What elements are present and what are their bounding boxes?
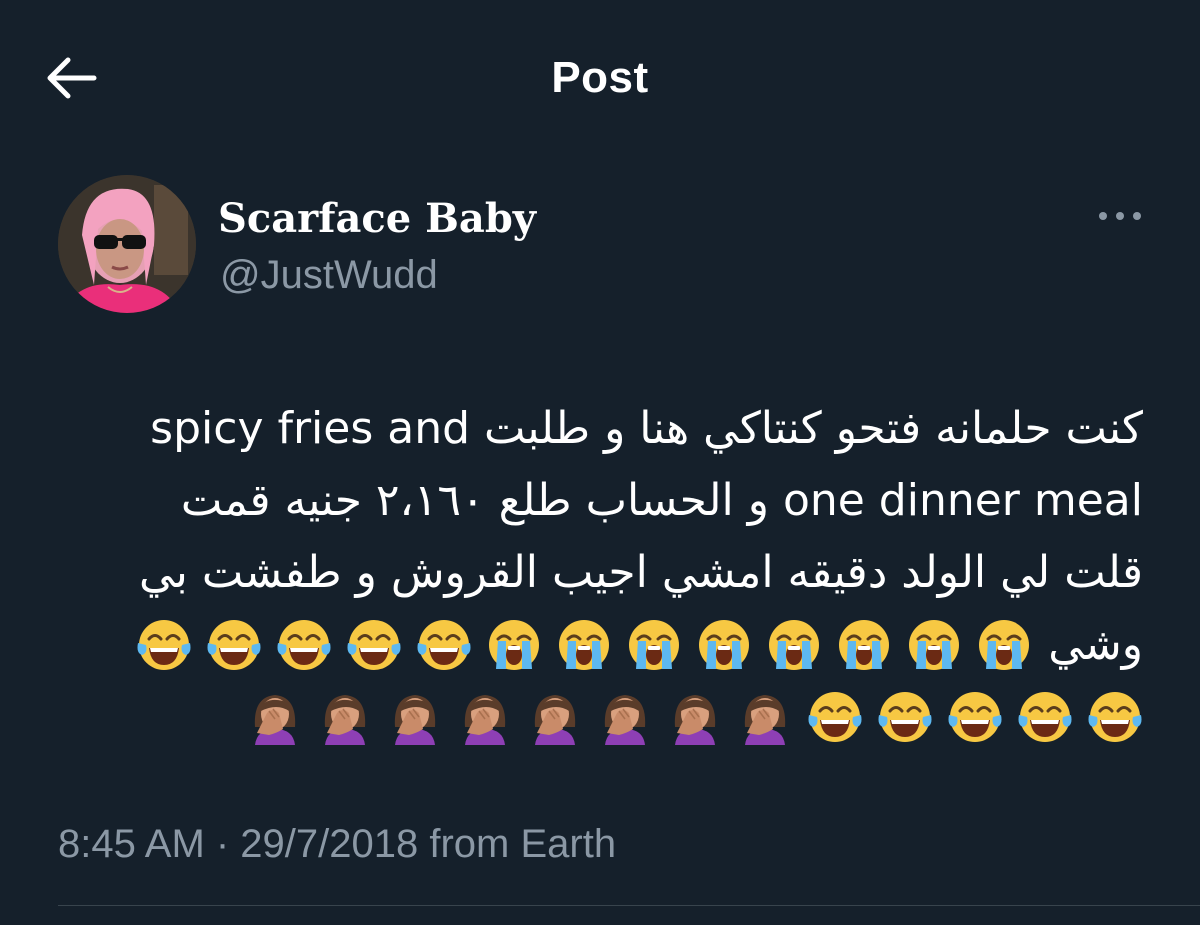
avatar-image bbox=[58, 175, 196, 313]
top-bar: Post bbox=[0, 0, 1200, 150]
loudly-crying-face-icon bbox=[699, 620, 750, 670]
woman-facepalming-icon bbox=[324, 695, 366, 745]
post-text: كنت حلمانه فتحو كنتاكي هنا و طلبت spicy … bbox=[40, 393, 1143, 753]
face-with-tears-of-joy-icon bbox=[347, 620, 401, 670]
post-text-line-2: one dinner meal و الحساب طلع ٢،١٦٠ جنيه … bbox=[180, 475, 1143, 526]
post-timestamp[interactable]: 8:45 AM · 29/7/2018 from Earth bbox=[58, 818, 616, 870]
woman-facepalming-icon bbox=[394, 695, 436, 745]
more-horizontal-icon bbox=[1099, 212, 1141, 220]
face-with-tears-of-joy-icon bbox=[948, 692, 1002, 742]
woman-facepalming-icon bbox=[744, 695, 786, 745]
loudly-crying-face-icon bbox=[769, 620, 820, 670]
post-text-line-3: قلت لي الولد دقيقه امشي اجيب القروش و طف… bbox=[138, 547, 1143, 598]
woman-facepalming-icon bbox=[674, 695, 716, 745]
woman-facepalming-icon bbox=[464, 695, 506, 745]
face-with-tears-of-joy-icon bbox=[1018, 692, 1072, 742]
woman-facepalming-icon bbox=[254, 695, 296, 745]
user-handle[interactable]: @JustWudd bbox=[220, 250, 438, 300]
face-with-tears-of-joy-icon bbox=[137, 620, 191, 670]
face-with-tears-of-joy-icon bbox=[207, 620, 261, 670]
face-with-tears-of-joy-icon bbox=[1088, 692, 1142, 742]
display-name[interactable]: Scarface Baby bbox=[218, 194, 536, 244]
loudly-crying-face-icon bbox=[909, 620, 960, 670]
face-with-tears-of-joy-icon bbox=[277, 620, 331, 670]
loudly-crying-face-icon bbox=[839, 620, 890, 670]
post-author: Scarface Baby @JustWudd bbox=[0, 170, 1200, 320]
post-text-line-5 bbox=[40, 681, 1143, 753]
page-title: Post bbox=[551, 53, 649, 102]
woman-facepalming-icon bbox=[604, 695, 646, 745]
face-with-tears-of-joy-icon bbox=[878, 692, 932, 742]
post-text-line-4: وشي bbox=[40, 609, 1143, 681]
loudly-crying-face-icon bbox=[559, 620, 610, 670]
woman-facepalming-icon bbox=[534, 695, 576, 745]
post-text-line-4-text: وشي bbox=[1048, 619, 1143, 670]
loudly-crying-face-icon bbox=[979, 620, 1030, 670]
avatar[interactable] bbox=[58, 175, 196, 313]
face-with-tears-of-joy-icon bbox=[808, 692, 862, 742]
post-text-line-1: كنت حلمانه فتحو كنتاكي هنا و طلبت spicy … bbox=[150, 403, 1143, 454]
divider bbox=[58, 905, 1200, 906]
face-with-tears-of-joy-icon bbox=[417, 620, 471, 670]
loudly-crying-face-icon bbox=[489, 620, 540, 670]
more-options-button[interactable] bbox=[1090, 198, 1150, 234]
loudly-crying-face-icon bbox=[629, 620, 680, 670]
